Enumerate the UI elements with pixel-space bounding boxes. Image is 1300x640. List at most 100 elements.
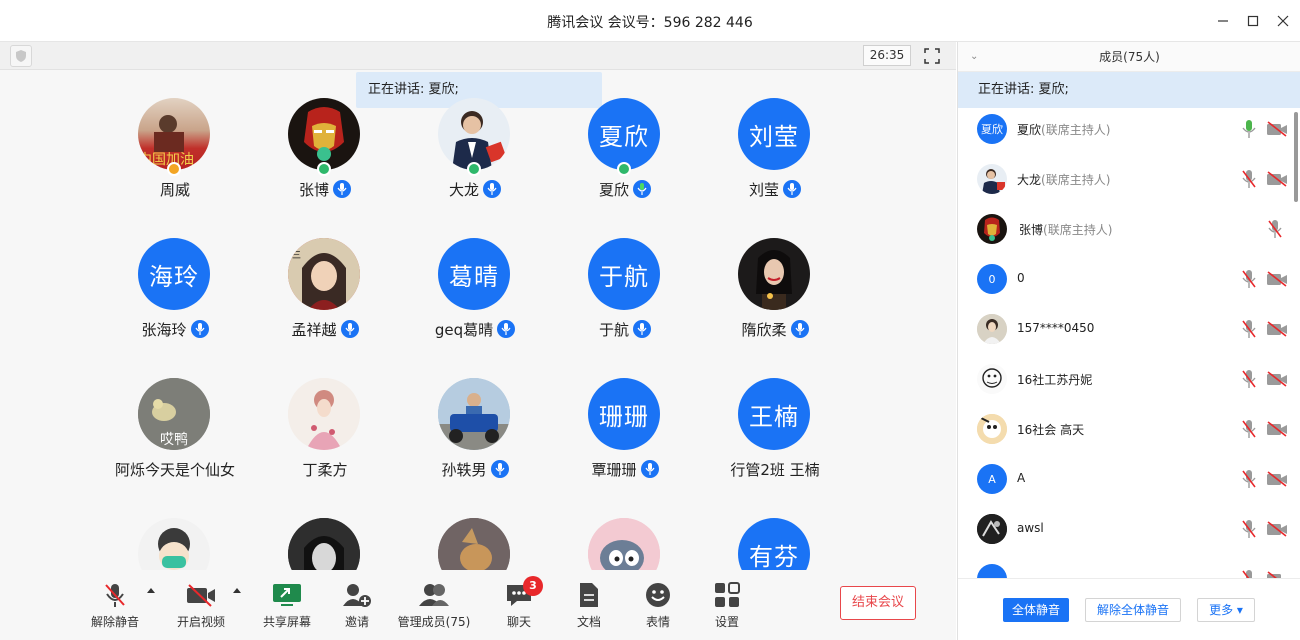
svg-text:三: 三 — [292, 251, 301, 261]
participant-name: 阿烁今天是个仙女 — [114, 461, 235, 479]
avatar — [977, 414, 1007, 444]
member-row[interactable]: A A — [958, 458, 1300, 508]
share-screen-button[interactable]: 共享屏幕 — [247, 580, 327, 636]
security-shield-icon[interactable] — [10, 45, 32, 67]
mic-muted-icon[interactable] — [1268, 219, 1282, 243]
camera-off-icon[interactable] — [1266, 321, 1288, 341]
audio-options-caret[interactable] — [147, 588, 155, 593]
mic-muted-icon[interactable] — [1242, 569, 1256, 578]
avatar — [977, 564, 1007, 578]
member-row[interactable]: 张博(联席主持人) — [958, 208, 1300, 258]
mic-on-icon — [640, 460, 659, 478]
chat-button[interactable]: 聊天 3 — [479, 576, 559, 636]
member-row[interactable]: 16社会 高天 — [958, 408, 1300, 458]
mic-on-icon — [490, 460, 509, 478]
meeting-timer: 26:35 — [863, 45, 911, 66]
members-header: ⌄ 成员(75人) — [958, 42, 1300, 72]
close-button[interactable] — [1272, 10, 1294, 32]
participant-tile[interactable]: 刘莹 刘莹 — [700, 98, 850, 218]
meeting-toolbar: 解除静音 开启视频 共享屏幕 邀请 管理成员(75) 聊天 3 文档 表情 设置… — [0, 570, 956, 640]
camera-off-icon[interactable] — [1266, 171, 1288, 191]
camera-off-icon[interactable] — [1266, 371, 1288, 391]
camera-off-icon[interactable] — [1266, 521, 1288, 541]
avatar — [738, 238, 810, 310]
participant-tile[interactable]: 张博 — [250, 98, 400, 218]
avatar: 珊珊 — [588, 378, 660, 450]
end-meeting-button[interactable]: 结束会议 — [840, 586, 916, 620]
mic-on-icon[interactable] — [1242, 119, 1256, 143]
participant-tile[interactable]: 哎鸭 阿烁今天是个仙女 — [100, 378, 250, 498]
start-video-button[interactable]: 开启视频 — [161, 580, 241, 636]
svg-text:中国加油: 中国加油 — [138, 152, 194, 168]
unmute-all-button[interactable]: 解除全体静音 — [1085, 598, 1181, 622]
avatar: 夏欣 — [977, 114, 1007, 144]
avatar: 0 — [977, 264, 1007, 294]
more-button[interactable]: 更多 ▾ — [1197, 598, 1255, 622]
fullscreen-icon[interactable] — [922, 46, 942, 66]
add-user-icon — [317, 580, 397, 610]
member-row[interactable]: 大龙(联席主持人) — [958, 158, 1300, 208]
avatar: 葛晴 — [438, 238, 510, 310]
manage-members-button[interactable]: 管理成员(75) — [394, 580, 474, 636]
avatar — [977, 364, 1007, 394]
mic-muted-icon[interactable] — [1242, 269, 1256, 293]
member-row[interactable]: 157****0450 — [958, 308, 1300, 358]
member-row[interactable]: awsl — [958, 508, 1300, 558]
avatar — [288, 378, 360, 450]
unmute-button[interactable]: 解除静音 — [75, 580, 155, 636]
participant-tile[interactable]: 丁柔方 — [250, 378, 400, 498]
mic-muted-icon[interactable] — [1242, 469, 1256, 493]
members-scrollbar[interactable] — [1294, 112, 1298, 202]
settings-grid-icon — [687, 580, 767, 610]
participant-tile[interactable]: 三 孟祥越 — [250, 238, 400, 358]
avatar — [977, 214, 1007, 244]
minimize-button[interactable] — [1212, 10, 1234, 32]
participant-tile[interactable]: 于航 于航 — [550, 238, 700, 358]
mic-on-icon — [333, 180, 351, 198]
member-row[interactable]: 16社工苏丹妮 — [958, 358, 1300, 408]
participant-name: 隋欣柔 — [700, 319, 850, 340]
participant-name: 行管2班 王楠 — [730, 461, 820, 479]
participant-tile[interactable]: 大龙 — [400, 98, 550, 218]
member-row[interactable] — [958, 558, 1300, 578]
mic-muted-icon[interactable] — [1242, 319, 1256, 343]
avatar — [438, 98, 510, 170]
participant-tile[interactable]: 隋欣柔 — [700, 238, 850, 358]
svg-text:哎鸭: 哎鸭 — [160, 432, 188, 448]
invite-button[interactable]: 邀请 — [317, 580, 397, 636]
camera-off-icon[interactable] — [1266, 121, 1288, 141]
participant-name: 孙轶男 — [400, 459, 550, 480]
collapse-chevron-icon[interactable]: ⌄ — [970, 42, 978, 72]
window-title: 腾讯会议 会议号：596 282 446 — [547, 15, 753, 31]
member-row[interactable]: 夏欣 夏欣(联席主持人) — [958, 108, 1300, 158]
member-row[interactable]: 0 0 — [958, 258, 1300, 308]
mute-all-button[interactable]: 全体静音 — [1003, 598, 1069, 622]
mic-muted-icon[interactable] — [1242, 519, 1256, 543]
camera-off-icon[interactable] — [1266, 471, 1288, 491]
participant-tile[interactable]: 中国加油 周威 — [100, 98, 250, 218]
participant-tile[interactable]: 孙轶男 — [400, 378, 550, 498]
avatar — [977, 314, 1007, 344]
maximize-button[interactable] — [1242, 10, 1264, 32]
participant-tile[interactable]: 王楠 行管2班 王楠 — [700, 378, 850, 498]
participant-name: 张海玲 — [100, 319, 250, 340]
video-grid-area: 26:35 正在讲话: 夏欣; 中国加油 周威 张博 大龙 夏欣 夏欣 刘莹 刘… — [0, 42, 956, 640]
participant-tile[interactable]: 葛晴 geq葛晴 — [400, 238, 550, 358]
camera-off-icon[interactable] — [1266, 421, 1288, 441]
camera-off-icon[interactable] — [1266, 571, 1288, 578]
avatar: 刘莹 — [738, 98, 810, 170]
mic-muted-icon[interactable] — [1242, 419, 1256, 443]
camera-off-icon[interactable] — [1266, 271, 1288, 291]
host-badge — [467, 162, 481, 176]
share-screen-icon — [247, 580, 327, 610]
mic-on-icon — [497, 320, 516, 338]
video-options-caret[interactable] — [233, 588, 241, 593]
docs-button[interactable]: 文档 — [549, 580, 629, 636]
participant-tile[interactable]: 海玲 张海玲 — [100, 238, 250, 358]
settings-button[interactable]: 设置 — [687, 580, 767, 636]
mic-muted-icon[interactable] — [1242, 369, 1256, 393]
reactions-button[interactable]: 表情 — [618, 580, 698, 636]
mic-muted-icon[interactable] — [1242, 169, 1256, 193]
participant-tile[interactable]: 夏欣 夏欣 — [550, 98, 700, 218]
participant-tile[interactable]: 珊珊 覃珊珊 — [550, 378, 700, 498]
